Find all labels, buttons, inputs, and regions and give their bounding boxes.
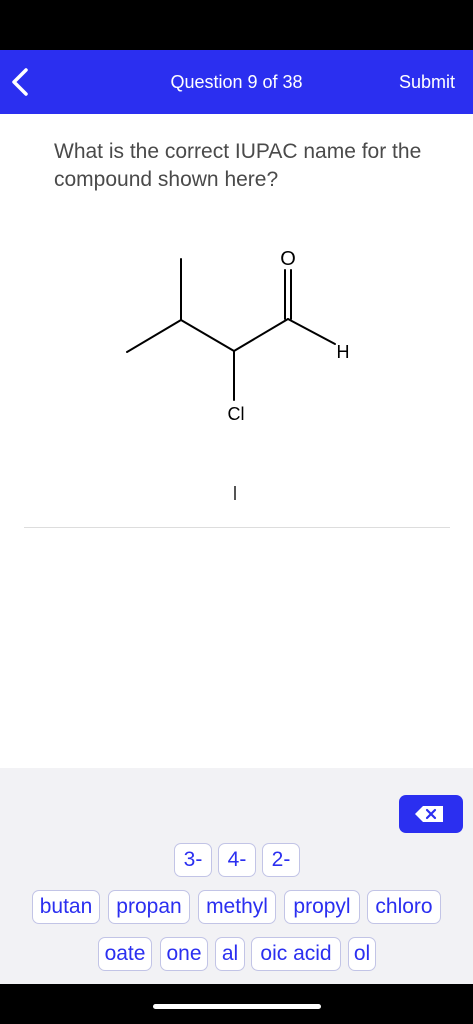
token-propan[interactable]: propan (108, 890, 190, 924)
bond-c2-c3 (180, 319, 235, 352)
bond-c4-h (287, 318, 336, 345)
token-al[interactable]: al (215, 937, 245, 971)
text-cursor (234, 486, 236, 500)
backspace-icon (415, 806, 443, 822)
oxygen-atom-label: O (280, 248, 296, 270)
answer-underline (24, 527, 450, 528)
token-butan[interactable]: butan (32, 890, 100, 924)
answer-input[interactable] (24, 470, 450, 527)
hydrogen-atom-label: H (337, 342, 350, 362)
token-chloro[interactable]: chloro (367, 890, 441, 924)
token-methyl[interactable]: methyl (198, 890, 276, 924)
token-oate[interactable]: oate (98, 937, 152, 971)
nav-bar: Question 9 of 38 Submit (0, 50, 473, 114)
home-indicator[interactable] (153, 1004, 321, 1009)
token-propyl[interactable]: propyl (284, 890, 360, 924)
bond-c3-c4 (233, 318, 289, 352)
status-bar (0, 0, 473, 50)
home-bar (0, 984, 473, 1024)
token-locant-4[interactable]: 4- (218, 843, 256, 877)
token-ol[interactable]: ol (348, 937, 376, 971)
delete-button[interactable] (399, 795, 463, 833)
token-one[interactable]: one (160, 937, 208, 971)
molecule-structure: O H Cl (126, 248, 350, 424)
submit-button[interactable]: Submit (399, 72, 455, 93)
bond-c1-c2 (126, 319, 182, 353)
token-locant-3[interactable]: 3- (174, 843, 212, 877)
token-oic-acid[interactable]: oic acid (251, 937, 341, 971)
token-locant-2[interactable]: 2- (262, 843, 300, 877)
question-prompt: What is the correct IUPAC name for the c… (54, 140, 422, 191)
chlorine-atom-label: Cl (228, 404, 245, 424)
